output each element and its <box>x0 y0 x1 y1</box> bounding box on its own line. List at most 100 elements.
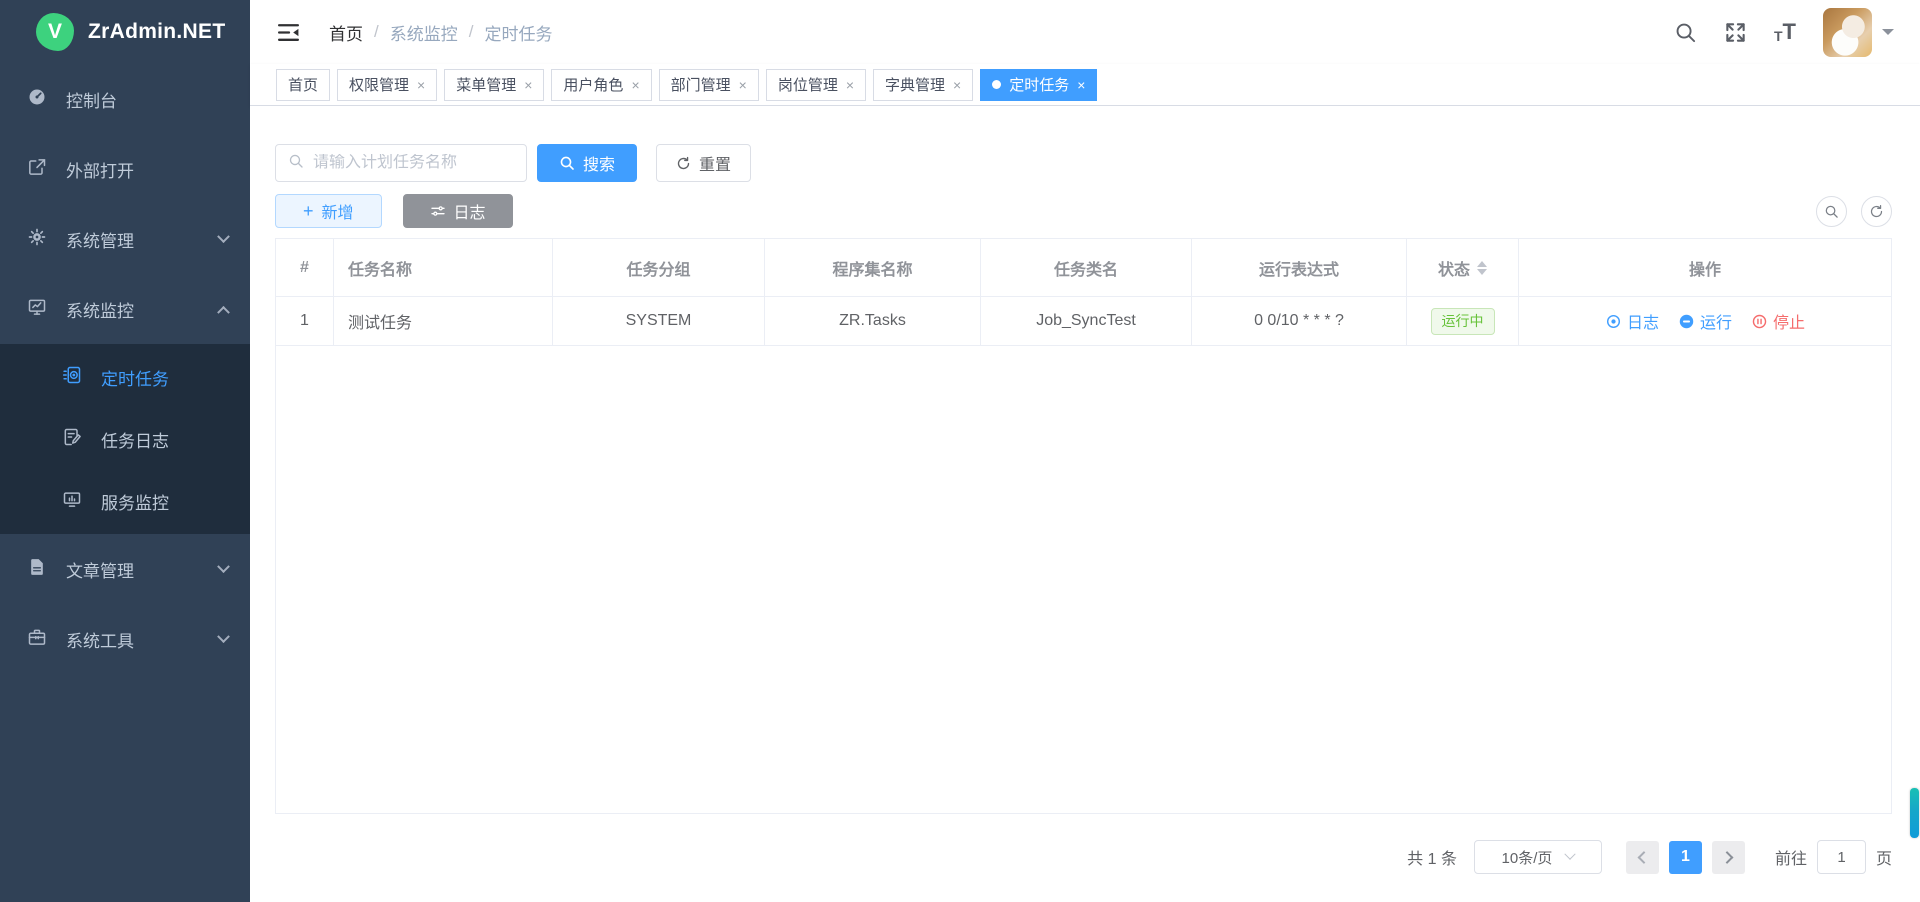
filter-row: 搜索 重置 <box>275 144 1892 182</box>
cell-task-name: 测试任务 <box>334 297 553 345</box>
breadcrumb: 首页 / 系统监控 / 定时任务 <box>329 20 552 45</box>
goto-page-input[interactable] <box>1817 840 1866 874</box>
col-cron: 运行表达式 <box>1192 239 1407 296</box>
table-tools <box>1816 196 1892 227</box>
cell-task-group: SYSTEM <box>553 297 765 345</box>
monitor-icon <box>27 297 47 322</box>
sidebar-item-external-open[interactable]: 外部打开 <box>0 134 250 204</box>
tags-view-bar: 首页 权限管理 × 菜单管理 × 用户角色 × 部门管理 × 岗位管理 × <box>250 64 1920 106</box>
col-status[interactable]: 状态 <box>1407 239 1519 296</box>
sidebar-item-label: 系统工具 <box>66 627 134 652</box>
show-search-toggle-button[interactable] <box>1816 196 1847 227</box>
refresh-button[interactable] <box>1861 196 1892 227</box>
sidebar-item-label: 文章管理 <box>66 557 134 582</box>
caret-down-icon <box>1882 29 1894 41</box>
col-task-group: 任务分组 <box>553 239 765 296</box>
close-icon[interactable]: × <box>739 78 747 92</box>
row-action-run[interactable]: 运行 <box>1678 309 1732 333</box>
fullscreen-icon[interactable] <box>1724 21 1747 44</box>
tab-dict-mgmt[interactable]: 字典管理 × <box>873 69 973 101</box>
header-actions: TT <box>1674 8 1894 57</box>
cell-assembly: ZR.Tasks <box>765 297 981 345</box>
sidebar-submenu-system-monitor: 定时任务 任务日志 服务监控 <box>0 344 250 534</box>
tab-post-mgmt[interactable]: 岗位管理 × <box>766 69 866 101</box>
tab-menu-mgmt[interactable]: 菜单管理 × <box>444 69 544 101</box>
status-badge: 运行中 <box>1431 308 1495 335</box>
user-menu[interactable] <box>1823 8 1894 57</box>
breadcrumb-system-monitor[interactable]: 系统监控 <box>390 20 458 45</box>
sort-desc-icon[interactable] <box>1477 269 1487 275</box>
chevron-right-icon <box>1721 851 1734 864</box>
font-size-icon[interactable]: TT <box>1774 21 1796 43</box>
sidebar-item-console[interactable]: 控制台 <box>0 64 250 134</box>
prev-page-button[interactable] <box>1626 841 1659 874</box>
sidebar-subitem-label: 服务监控 <box>101 489 169 514</box>
chevron-down-icon <box>217 230 230 243</box>
col-class-name: 任务类名 <box>981 239 1192 296</box>
tab-label: 用户角色 <box>563 74 623 95</box>
close-icon[interactable]: × <box>953 78 961 92</box>
chevron-down-icon <box>217 630 230 643</box>
sidebar-item-system-mgmt[interactable]: 系统管理 <box>0 204 250 274</box>
sidebar-item-article-mgmt[interactable]: 文章管理 <box>0 534 250 604</box>
tab-scheduled-task[interactable]: 定时任务 × <box>980 69 1097 101</box>
col-actions: 操作 <box>1519 239 1891 296</box>
page-number-button[interactable]: 1 <box>1669 841 1702 874</box>
logo-icon: V <box>36 13 74 51</box>
sidebar-subitem-task-log[interactable]: 任务日志 <box>0 408 250 470</box>
breadcrumb-current: 定时任务 <box>484 20 552 45</box>
app-logo: V ZrAdmin.NET <box>0 0 250 64</box>
sort-icons[interactable] <box>1477 261 1487 275</box>
add-button[interactable]: + 新增 <box>275 194 382 228</box>
close-icon[interactable]: × <box>846 78 854 92</box>
sidebar-subitem-scheduled-task[interactable]: 定时任务 <box>0 346 250 408</box>
app-root: V ZrAdmin.NET 控制台 外部打开 系统管理 <box>0 0 1920 902</box>
row-action-log[interactable]: 日志 <box>1605 309 1659 333</box>
col-index: # <box>276 239 334 296</box>
chevron-down-icon <box>217 560 230 573</box>
sidebar-item-system-tools[interactable]: 系统工具 <box>0 604 250 674</box>
plus-icon: + <box>303 201 314 222</box>
close-icon[interactable]: × <box>417 78 425 92</box>
search-input[interactable] <box>313 154 520 172</box>
table-header-row: # 任务名称 任务分组 程序集名称 任务类名 运行表达式 状态 操作 <box>276 239 1891 297</box>
close-icon[interactable]: × <box>631 78 639 92</box>
dashboard-icon <box>27 87 47 112</box>
tab-home[interactable]: 首页 <box>276 69 330 101</box>
search-icon[interactable] <box>1674 21 1697 44</box>
tab-label: 权限管理 <box>349 74 409 95</box>
reset-button[interactable]: 重置 <box>656 144 751 182</box>
col-assembly: 程序集名称 <box>765 239 981 296</box>
close-icon[interactable]: × <box>1077 78 1085 92</box>
app-title: ZrAdmin.NET <box>88 20 225 44</box>
article-icon <box>27 557 47 582</box>
search-button[interactable]: 搜索 <box>537 144 637 182</box>
tab-permission-mgmt[interactable]: 权限管理 × <box>337 69 437 101</box>
tab-label: 字典管理 <box>885 74 945 95</box>
tab-dept-mgmt[interactable]: 部门管理 × <box>659 69 759 101</box>
page-size-select[interactable]: 10条/页 <box>1474 840 1602 874</box>
sidebar-collapse-icon[interactable] <box>276 20 301 45</box>
breadcrumb-home[interactable]: 首页 <box>329 20 363 45</box>
goto-unit-label: 页 <box>1876 845 1892 869</box>
sidebar-subitem-service-monitor[interactable]: 服务监控 <box>0 470 250 532</box>
cell-status: 运行中 <box>1407 297 1519 345</box>
breadcrumb-separator: / <box>469 22 474 42</box>
tab-user-role[interactable]: 用户角色 × <box>551 69 651 101</box>
avatar[interactable] <box>1823 8 1872 57</box>
table-row[interactable]: 1 测试任务 SYSTEM ZR.Tasks Job_SyncTest 0 0/… <box>276 297 1891 346</box>
scrollbar-thumb[interactable] <box>1910 788 1919 838</box>
sidebar-item-system-monitor[interactable]: 系统监控 <box>0 274 250 344</box>
cell-class-name: Job_SyncTest <box>981 297 1192 345</box>
sort-asc-icon[interactable] <box>1477 261 1487 267</box>
sidebar-subitem-label: 定时任务 <box>101 365 169 390</box>
active-dot <box>992 80 1001 89</box>
next-page-button[interactable] <box>1712 841 1745 874</box>
sidebar-subitem-label: 任务日志 <box>101 427 169 452</box>
tab-label: 部门管理 <box>671 74 731 95</box>
log-button[interactable]: 日志 <box>403 194 513 228</box>
row-action-stop[interactable]: 停止 <box>1751 309 1805 333</box>
chevron-left-icon <box>1638 851 1651 864</box>
close-icon[interactable]: × <box>524 78 532 92</box>
sidebar: V ZrAdmin.NET 控制台 外部打开 系统管理 <box>0 0 250 902</box>
